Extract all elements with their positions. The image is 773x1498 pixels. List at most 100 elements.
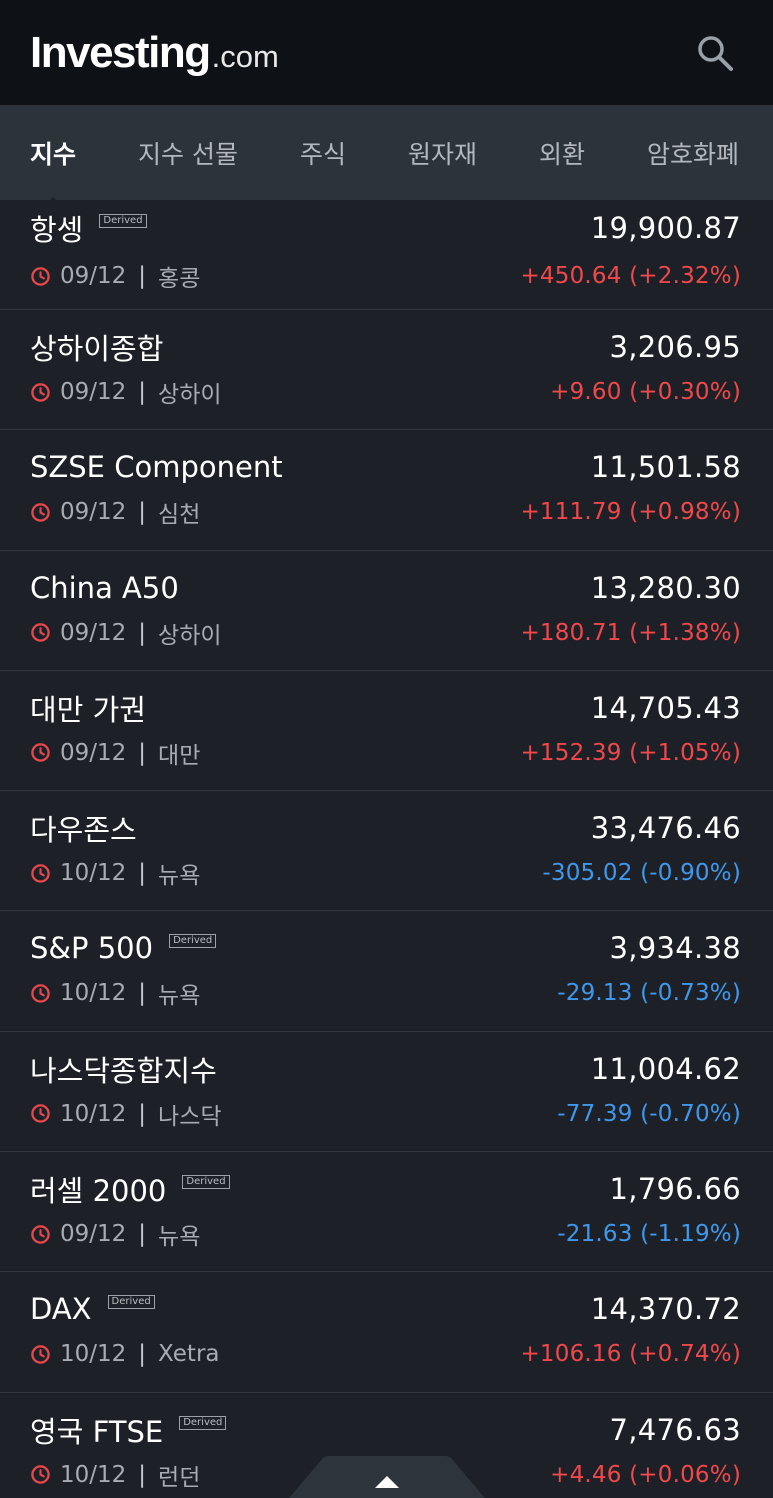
name-wrap: China A50: [30, 571, 179, 605]
row-bottom-line: 09/12 | 상하이 +9.60 (+0.30%): [30, 370, 741, 414]
meta-separator: |: [138, 499, 147, 526]
clock-icon: [31, 382, 50, 402]
meta-separator: |: [138, 860, 147, 887]
scroll-to-top-button[interactable]: [288, 1456, 485, 1498]
row-meta: 09/12 | 상하이: [30, 375, 222, 409]
derived-badge: Derived: [179, 1415, 227, 1430]
update-date: 09/12: [60, 263, 127, 289]
tab-4[interactable]: 외환: [539, 135, 585, 171]
index-row[interactable]: 러셀 2000 Derived 1,796.66 09/12 | 뉴욕 -21.…: [0, 1152, 773, 1273]
logo-suffix-text: .com: [211, 38, 279, 74]
index-name: 다우존스: [30, 813, 137, 848]
row-bottom-line: 09/12 | 상하이 +180.71 (+1.38%): [30, 611, 741, 655]
derived-badge: Derived: [107, 1295, 155, 1310]
update-date: 10/12: [60, 980, 127, 1007]
price-change: -21.63 (-1.19%): [557, 1221, 741, 1248]
row-bottom-line: 09/12 | 홍콩 +450.64 (+2.32%): [30, 254, 741, 298]
row-meta: 10/12 | 런던: [30, 1458, 200, 1492]
price-change: +106.16 (+0.74%): [520, 1341, 741, 1368]
clock-icon: [31, 863, 50, 883]
row-meta: 10/12 | 뉴욕: [30, 976, 200, 1010]
row-bottom-line: 09/12 | 심천 +111.79 (+0.98%): [30, 490, 741, 534]
update-date: 09/12: [60, 379, 127, 405]
name-wrap: 러셀 2000 Derived: [30, 1168, 230, 1210]
row-top-line: 항셍 Derived 19,900.87: [30, 200, 741, 254]
row-top-line: SZSE Component 11,501.58: [30, 430, 741, 490]
row-top-line: 다우존스 33,476.46: [30, 791, 741, 851]
index-price: 13,280.30: [590, 570, 741, 605]
market-name: 뉴욕: [158, 1224, 201, 1251]
market-name: 홍콩: [158, 266, 201, 292]
index-price: 11,501.58: [590, 450, 741, 485]
index-name: 나스닥종합지수: [30, 1053, 217, 1088]
meta-separator: |: [138, 263, 147, 289]
row-meta: 09/12 | 대만: [30, 736, 200, 770]
tab-1[interactable]: 지수 선물: [138, 135, 238, 171]
clock-icon: [31, 623, 50, 642]
index-row[interactable]: 나스닥종합지수 11,004.62 10/12 | 나스닥 -77.39 (-0…: [0, 1032, 773, 1153]
clock-icon: [31, 1104, 50, 1124]
row-bottom-line: 10/12 | 나스닥 -77.39 (-0.70%): [30, 1092, 741, 1136]
index-name: 항셍: [30, 213, 84, 247]
name-wrap: SZSE Component: [30, 450, 283, 484]
index-row[interactable]: China A50 13,280.30 09/12 | 상하이 +180.71 …: [0, 551, 773, 671]
index-row[interactable]: 상하이종합 3,206.95 09/12 | 상하이 +9.60 (+0.30%…: [0, 310, 773, 431]
row-top-line: China A50 13,280.30: [30, 551, 741, 611]
row-meta: 09/12 | 상하이: [30, 616, 222, 650]
index-row[interactable]: SZSE Component 11,501.58 09/12 | 심천 +111…: [0, 430, 773, 551]
index-row[interactable]: 대만 가권 14,705.43 09/12 | 대만 +152.39 (+1.0…: [0, 671, 773, 792]
tab-0[interactable]: 지수: [30, 135, 76, 171]
name-wrap: S&P 500 Derived: [30, 931, 217, 966]
name-wrap: 다우존스: [30, 807, 137, 849]
update-date: 10/12: [60, 1341, 127, 1368]
index-name: China A50: [30, 570, 179, 605]
row-top-line: 영국 FTSE Derived 7,476.63: [30, 1393, 741, 1453]
meta-separator: |: [138, 1461, 147, 1488]
price-change: -29.13 (-0.73%): [557, 980, 741, 1007]
row-bottom-line: 10/12 | 뉴욕 -305.02 (-0.90%): [30, 851, 741, 895]
market-name: 대만: [158, 742, 201, 769]
tab-2[interactable]: 주식: [300, 135, 346, 171]
index-price: 14,370.72: [590, 1292, 741, 1327]
index-row[interactable]: 다우존스 33,476.46 10/12 | 뉴욕 -305.02 (-0.90…: [0, 791, 773, 912]
market-name: 뉴욕: [158, 983, 201, 1010]
row-top-line: DAX Derived 14,370.72: [30, 1272, 741, 1332]
index-price: 19,900.87: [590, 211, 741, 245]
index-price: 33,476.46: [590, 811, 741, 846]
update-date: 09/12: [60, 619, 127, 646]
price-change: +450.64 (+2.32%): [520, 263, 741, 289]
price-change: +111.79 (+0.98%): [520, 499, 741, 526]
row-bottom-line: 10/12 | Xetra +106.16 (+0.74%): [30, 1332, 741, 1376]
tab-5[interactable]: 암호화폐: [647, 135, 739, 171]
investing-logo[interactable]: Investing .com: [30, 28, 279, 78]
price-change: +9.60 (+0.30%): [550, 379, 741, 405]
name-wrap: DAX Derived: [30, 1292, 155, 1326]
row-top-line: 상하이종합 3,206.95: [30, 310, 741, 370]
index-list: 항셍 Derived 19,900.87 09/12 | 홍콩 +450.64 …: [0, 200, 773, 1498]
index-name: 상하이종합: [30, 332, 164, 366]
index-price: 7,476.63: [609, 1412, 741, 1447]
index-row[interactable]: S&P 500 Derived 3,934.38 10/12 | 뉴욕 -29.…: [0, 911, 773, 1032]
meta-separator: |: [138, 1100, 147, 1127]
tab-3[interactable]: 원자재: [408, 135, 477, 171]
name-wrap: 영국 FTSE Derived: [30, 1409, 227, 1451]
update-date: 10/12: [60, 1461, 127, 1488]
market-name: 상하이: [158, 382, 222, 408]
index-name: S&P 500: [30, 931, 154, 966]
index-row[interactable]: 항셍 Derived 19,900.87 09/12 | 홍콩 +450.64 …: [0, 200, 773, 310]
search-button[interactable]: [693, 31, 737, 75]
row-meta: 10/12 | 나스닥: [30, 1097, 222, 1131]
market-name: 심천: [158, 502, 201, 529]
meta-separator: |: [138, 379, 147, 405]
category-tabs: 지수 지수 선물 주식 원자재 외환 암호화폐: [0, 106, 773, 200]
clock-icon: [31, 984, 50, 1003]
index-name: DAX: [30, 1292, 92, 1327]
name-wrap: 상하이종합: [30, 326, 163, 368]
row-meta: 09/12 | 홍콩: [30, 259, 200, 293]
index-name: 러셀 2000: [30, 1174, 167, 1209]
index-price: 3,206.95: [609, 330, 741, 364]
row-meta: 10/12 | Xetra: [30, 1341, 220, 1367]
index-row[interactable]: DAX Derived 14,370.72 10/12 | Xetra +106…: [0, 1272, 773, 1393]
index-price: 1,796.66: [609, 1172, 741, 1207]
clock-icon: [31, 503, 50, 522]
